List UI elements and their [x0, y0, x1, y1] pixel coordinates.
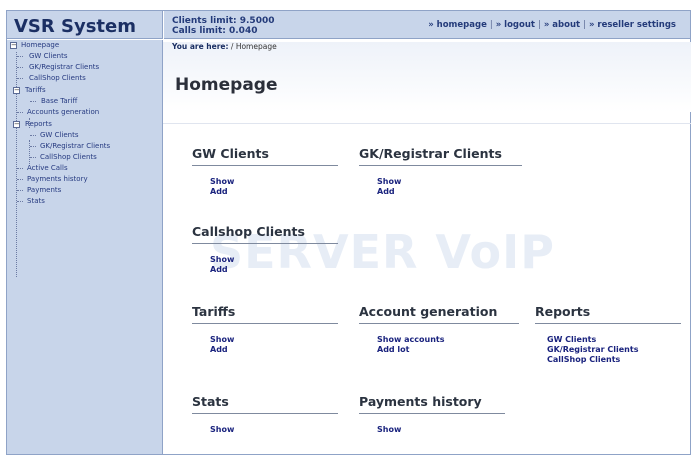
sidebar-item-payments[interactable]: Payments — [27, 185, 61, 196]
callshop-show-link[interactable]: Show — [210, 255, 338, 265]
calls-limit: Calls limit: 0.040 — [172, 26, 258, 36]
section-title: Callshop Clients — [192, 224, 338, 244]
nav-separator: | — [583, 20, 586, 30]
sidebar-item-payments-history[interactable]: Payments history — [27, 174, 88, 185]
section-payments-history: Payments history Show — [359, 394, 505, 435]
show-accounts-link[interactable]: Show accounts — [377, 335, 519, 345]
tariffs-show-link[interactable]: Show — [210, 335, 338, 345]
tree-line — [17, 67, 23, 68]
tree-line — [17, 201, 23, 202]
section-reports: Reports GW Clients GK/Registrar Clients … — [535, 304, 681, 365]
add-lot-link[interactable]: Add lot — [377, 345, 519, 355]
nav-separator: | — [489, 20, 493, 30]
sidebar-item-tariffs[interactable]: Tariffs — [25, 85, 46, 96]
tree-line — [29, 140, 30, 164]
sidebar-item-callshop-clients[interactable]: CallShop Clients — [29, 73, 86, 84]
collapse-toggle-icon[interactable]: − — [13, 121, 20, 128]
top-bar: Clients limit: 9.5000 Calls limit: 0.040… — [164, 11, 690, 39]
payments-history-show-link[interactable]: Show — [377, 425, 505, 435]
section-title: Account generation — [359, 304, 519, 324]
page-title: Homepage — [175, 75, 278, 95]
reports-gk-registrar-link[interactable]: GK/Registrar Clients — [547, 345, 681, 355]
section-account-generation: Account generation Show accounts Add lot — [359, 304, 519, 355]
section-stats: Stats Show — [192, 394, 338, 435]
tree-line — [17, 168, 23, 169]
breadcrumb-current: / Homepage — [230, 42, 277, 51]
tree-line — [30, 146, 36, 147]
nav-about-link[interactable]: » about — [544, 20, 580, 30]
reports-callshop-link[interactable]: CallShop Clients — [547, 355, 681, 365]
section-title: GW Clients — [192, 146, 338, 166]
tree-line — [17, 112, 23, 113]
sidebar-item-active-calls[interactable]: Active Calls — [27, 163, 68, 174]
sidebar-item-reports-gk-registrar[interactable]: GK/Registrar Clients — [40, 141, 110, 152]
tree-line — [30, 135, 36, 136]
sidebar-item-stats[interactable]: Stats — [27, 196, 45, 207]
tree-line — [30, 101, 36, 102]
nav-separator: | — [537, 20, 541, 30]
sidebar-item-reports-callshop[interactable]: CallShop Clients — [40, 152, 97, 163]
top-nav: » homepage |» logout |» about |» reseller s… — [428, 20, 676, 30]
section-callshop-clients: Callshop Clients Show Add — [192, 224, 338, 275]
section-title: Stats — [192, 394, 338, 414]
sidebar-item-reports[interactable]: Reports — [25, 119, 52, 130]
section-title: Tariffs — [192, 304, 338, 324]
breadcrumb-prefix: You are here: — [172, 42, 229, 51]
sidebar-item-accounts-generation[interactable]: Accounts generation — [27, 107, 99, 118]
gk-clients-add-link[interactable]: Add — [377, 187, 522, 197]
app-title: VSR System — [14, 16, 137, 37]
collapse-toggle-icon[interactable]: − — [10, 42, 17, 49]
collapse-toggle-icon[interactable]: − — [13, 87, 20, 94]
gw-clients-add-link[interactable]: Add — [210, 187, 338, 197]
clients-limit: Clients limit: 9.5000 — [172, 16, 275, 26]
section-tariffs: Tariffs Show Add — [192, 304, 338, 355]
section-title: Payments history — [359, 394, 505, 414]
tree-line — [17, 179, 23, 180]
sidebar-item-base-tariff[interactable]: Base Tariff — [41, 96, 77, 107]
tariffs-add-link[interactable]: Add — [210, 345, 338, 355]
callshop-add-link[interactable]: Add — [210, 265, 338, 275]
nav-homepage-link[interactable]: » homepage — [428, 20, 487, 30]
tree-line — [17, 56, 23, 57]
section-gk-registrar-clients: GK/Registrar Clients Show Add — [359, 146, 522, 197]
sidebar-item-gk-registrar-clients[interactable]: GK/Registrar Clients — [29, 62, 99, 73]
sidebar-item-gw-clients[interactable]: GW Clients — [29, 51, 67, 62]
gw-clients-show-link[interactable]: Show — [210, 177, 338, 187]
sidebar: − Homepage GW Clients GK/Registrar Clien… — [7, 40, 163, 454]
section-title: GK/Registrar Clients — [359, 146, 522, 166]
limits-info: Clients limit: 9.5000 Calls limit: 0.040 — [172, 16, 274, 36]
breadcrumb: You are here: / Homepage — [172, 42, 277, 51]
tree-line — [17, 190, 23, 191]
brand-header: VSR System — [7, 11, 163, 39]
header-divider — [163, 123, 691, 124]
stats-show-link[interactable]: Show — [210, 425, 338, 435]
nav-logout-link[interactable]: » logout — [496, 20, 535, 30]
gk-clients-show-link[interactable]: Show — [377, 177, 522, 187]
tree-line — [17, 78, 23, 79]
sidebar-item-homepage[interactable]: Homepage — [21, 40, 59, 51]
nav-reseller-settings-link[interactable]: » reseller settings — [589, 20, 676, 30]
reports-gw-clients-link[interactable]: GW Clients — [547, 335, 681, 345]
section-title: Reports — [535, 304, 681, 324]
tree-line — [30, 157, 36, 158]
sidebar-item-reports-gw-clients[interactable]: GW Clients — [40, 130, 78, 141]
section-gw-clients: GW Clients Show Add — [192, 146, 338, 197]
